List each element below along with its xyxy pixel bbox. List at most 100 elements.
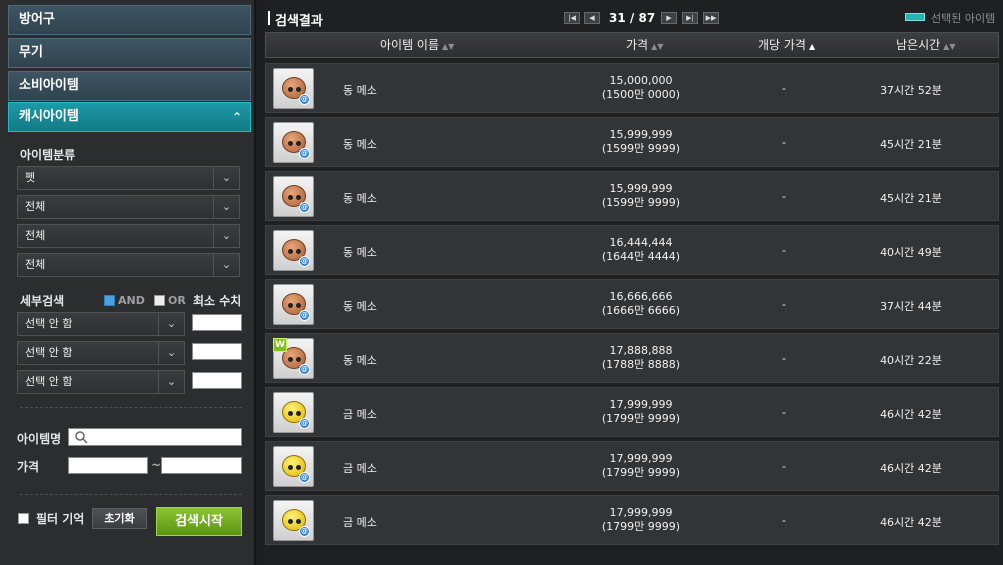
- item-icon: @: [273, 230, 314, 271]
- category-select-3[interactable]: 전체 ⌄: [17, 224, 240, 248]
- category-weapon[interactable]: 무기: [8, 38, 251, 68]
- cash-mark-icon: @: [299, 148, 310, 159]
- category-label: 소비아이템: [19, 78, 79, 93]
- chevron-down-icon: ⌄: [158, 342, 184, 364]
- selected-item-swatch: [905, 13, 925, 21]
- chevron-down-icon: ⌄: [213, 167, 239, 189]
- min-value-input-1[interactable]: [192, 314, 242, 331]
- chevron-up-icon: ⌃: [231, 110, 242, 124]
- filter-panel: 방어구 무기 소비아이템 캐시아이템 ⌃ 아이템분류 펫 ⌄ 전체 ⌄ 전체 ⌄ 전체 ⌄…: [0, 0, 256, 565]
- sort-icon: ▲▼: [442, 42, 455, 51]
- detail-select-2[interactable]: 선택 안 함 ⌄: [17, 341, 185, 365]
- price-korean: (1599만 9999): [601, 142, 681, 155]
- category-select-2[interactable]: 전체 ⌄: [17, 195, 240, 219]
- item-icon: @ W: [273, 338, 314, 379]
- item-icon: @: [273, 446, 314, 487]
- item-icon: @: [273, 392, 314, 433]
- result-row[interactable]: @ 동 메소 15,999,999 (1599만 9999) - 45시간 21분: [265, 117, 999, 167]
- cash-mark-icon: @: [299, 472, 310, 483]
- result-row[interactable]: @ 금 메소 17,999,999 (1799만 9999) - 46시간 42분: [265, 495, 999, 545]
- selected-item-legend: 선택된 아이템: [931, 12, 996, 25]
- remember-filter-checkbox[interactable]: [18, 513, 29, 524]
- sort-icon: ▲▼: [651, 42, 664, 51]
- select-value: 펫: [25, 171, 36, 184]
- or-checkbox[interactable]: [154, 295, 165, 306]
- sort-up-icon: ▲: [808, 42, 816, 51]
- item-icon: @: [273, 68, 314, 109]
- and-checkbox[interactable]: [104, 295, 115, 306]
- or-label: OR: [168, 294, 186, 307]
- result-row[interactable]: @ 금 메소 17,999,999 (1799만 9999) - 46시간 42분: [265, 441, 999, 491]
- category-consumable[interactable]: 소비아이템: [8, 71, 251, 101]
- search-icon: [75, 431, 88, 444]
- min-value-label: 최소 수치: [193, 294, 242, 308]
- results-title: 검색결과: [275, 14, 323, 29]
- item-category-label: 아이템분류: [20, 148, 76, 162]
- price-label: 가격: [17, 460, 40, 474]
- detail-select-3[interactable]: 선택 안 함 ⌄: [17, 370, 185, 394]
- reset-button[interactable]: 초기화: [92, 508, 147, 529]
- item-name-input[interactable]: [68, 428, 242, 446]
- result-row[interactable]: @ W 동 메소 17,888,888 (1788만 8888) -40시간 22분: [265, 333, 999, 383]
- min-value-input-2[interactable]: [192, 343, 242, 360]
- category-armor[interactable]: 방어구: [8, 5, 251, 35]
- price-value: 16,666,666: [609, 290, 673, 303]
- price-korean: (1599만 9999): [601, 196, 681, 209]
- chevron-down-icon: ⌄: [213, 196, 239, 218]
- unit-price: -: [782, 514, 786, 527]
- sort-icon: ▲▼: [943, 42, 956, 51]
- price-separator: ~: [151, 458, 162, 472]
- item-price: 15,999,999 (1599만 9999): [591, 182, 691, 210]
- item-name: 동 메소: [343, 300, 377, 313]
- select-value: 선택 안 함: [25, 375, 73, 388]
- result-row[interactable]: @ 동 메소 15,000,000 (1500만 0000) - 37시간 52분: [265, 63, 999, 113]
- column-item-name[interactable]: 아이템 이름 ▲▼: [380, 33, 454, 59]
- result-row[interactable]: @ 금 메소 17,999,999 (1799만 9999) - 46시간 42분: [265, 387, 999, 437]
- price-min-input[interactable]: [68, 457, 148, 474]
- result-row[interactable]: @ 동 메소 15,999,999 (1599만 9999) - 45시간 21분: [265, 171, 999, 221]
- select-value: 전체: [25, 229, 46, 242]
- and-label: AND: [118, 294, 145, 307]
- divider: [20, 407, 242, 408]
- remember-filter-label: 필터 기억: [36, 512, 85, 526]
- cash-mark-icon: @: [299, 418, 310, 429]
- divider: [20, 494, 242, 495]
- detail-select-1[interactable]: 선택 안 함 ⌄: [17, 312, 185, 336]
- column-price[interactable]: 가격 ▲▼: [626, 33, 663, 59]
- column-unit-price[interactable]: 개당 가격 ▲: [758, 33, 815, 59]
- price-value: 15,999,999: [609, 182, 673, 195]
- next-page-button[interactable]: ▶: [661, 12, 677, 24]
- price-max-input[interactable]: [161, 457, 242, 474]
- column-label: 개당 가격: [758, 38, 806, 52]
- item-price: 15,999,999 (1599만 9999): [591, 128, 691, 156]
- chevron-down-icon: ⌄: [213, 254, 239, 276]
- price-korean: (1666만 6666): [601, 304, 681, 317]
- category-select-1[interactable]: 펫 ⌄: [17, 166, 240, 190]
- cash-mark-icon: @: [299, 526, 310, 537]
- result-row[interactable]: @ 동 메소 16,444,444 (1644만 4444) - 40시간 49분: [265, 225, 999, 275]
- min-value-input-3[interactable]: [192, 372, 242, 389]
- item-name: 동 메소: [343, 246, 377, 259]
- search-start-button[interactable]: 검색시작: [156, 507, 242, 536]
- column-remaining-time[interactable]: 남은시간 ▲▼: [896, 33, 955, 59]
- chevron-down-icon: ⌄: [158, 313, 184, 335]
- unit-price: -: [782, 190, 786, 203]
- results-table-header: 아이템 이름 ▲▼ 가격 ▲▼ 개당 가격 ▲ 남은시간 ▲▼: [265, 32, 999, 58]
- prev-page-button[interactable]: ◀: [584, 12, 600, 24]
- detail-search-label: 세부검색: [20, 294, 65, 308]
- column-label: 남은시간: [896, 38, 941, 52]
- page-total: 87: [638, 11, 656, 25]
- first-page-button[interactable]: |◀: [564, 12, 580, 24]
- next-ten-button[interactable]: ▶|: [682, 12, 698, 24]
- category-label: 무기: [19, 45, 43, 60]
- category-select-4[interactable]: 전체 ⌄: [17, 253, 240, 277]
- cash-mark-icon: @: [299, 202, 310, 213]
- item-icon: @: [273, 176, 314, 217]
- last-page-button[interactable]: ▶▶: [703, 12, 719, 24]
- unit-price: -: [782, 136, 786, 149]
- item-name: 동 메소: [343, 138, 377, 151]
- category-cash[interactable]: 캐시아이템 ⌃: [8, 102, 251, 132]
- wonder-badge: W: [273, 338, 287, 352]
- result-row[interactable]: @ 동 메소 16,666,666 (1666만 6666) - 37시간 44분: [265, 279, 999, 329]
- unit-price: -: [782, 460, 786, 473]
